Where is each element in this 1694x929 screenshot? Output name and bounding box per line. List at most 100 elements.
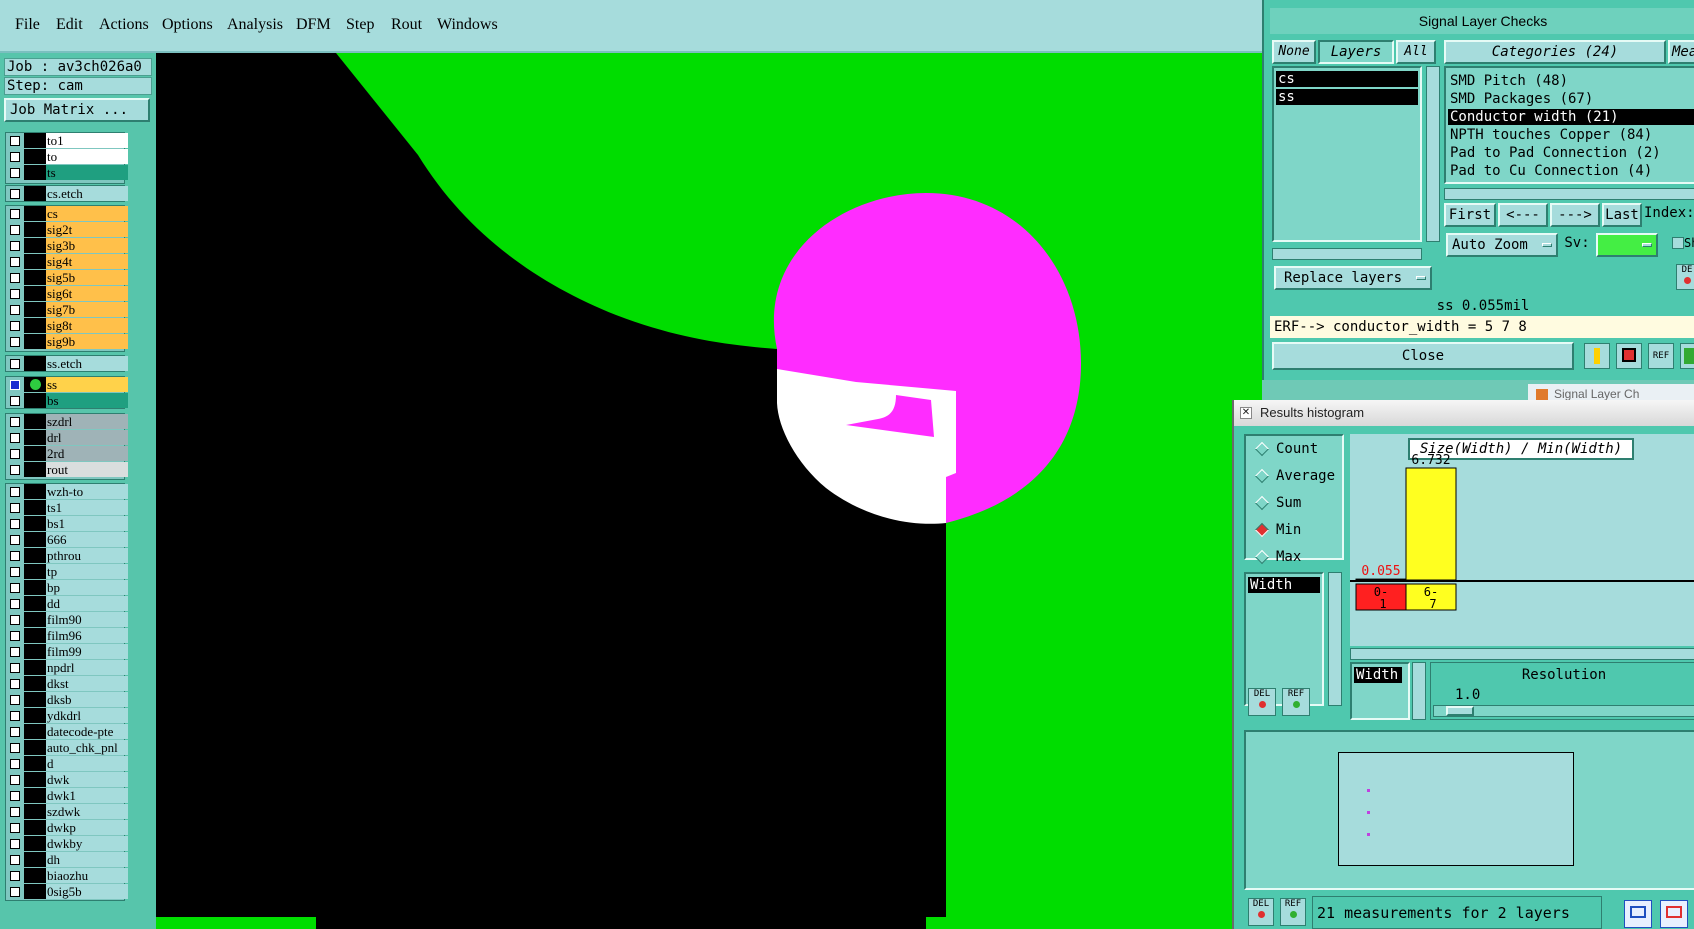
zoom-dropdown[interactable]: Auto Zoom: [1446, 233, 1558, 257]
layer-status-cell[interactable]: [24, 462, 46, 477]
layer-status-cell[interactable]: [24, 660, 46, 675]
layer-row[interactable]: cs.etch: [5, 186, 128, 202]
layer-row[interactable]: npdrl: [5, 660, 128, 676]
layer-row[interactable]: datecode-pte: [5, 724, 128, 740]
layer-checkbox[interactable]: [10, 241, 20, 251]
layer-status-cell[interactable]: [24, 564, 46, 579]
layer-row[interactable]: sig7b: [5, 302, 128, 318]
graphics-canvas[interactable]: [156, 53, 1262, 929]
layer-row[interactable]: cs: [5, 206, 128, 222]
layer-checkbox[interactable]: [10, 663, 20, 673]
layer-checkbox[interactable]: [10, 209, 20, 219]
layer-checkbox[interactable]: [10, 359, 20, 369]
del-button-bottom[interactable]: DEL: [1248, 898, 1274, 926]
layer-row[interactable]: bs1: [5, 516, 128, 532]
first-button[interactable]: First: [1444, 203, 1496, 227]
layer-status-cell[interactable]: [24, 270, 46, 285]
radio-sum[interactable]: Sum: [1254, 494, 1344, 512]
layer-checkbox[interactable]: [10, 631, 20, 641]
layer-status-cell[interactable]: [24, 446, 46, 461]
layer-row[interactable]: ss.etch: [5, 356, 128, 372]
layer-status-cell[interactable]: [24, 484, 46, 499]
layer-status-cell[interactable]: [24, 133, 46, 148]
field-list-2-scrollbar[interactable]: [1412, 662, 1426, 720]
layer-checkbox[interactable]: [10, 321, 20, 331]
menu-analysis[interactable]: Analysis: [227, 16, 283, 34]
flag-icon[interactable]: [1584, 343, 1610, 369]
layers-tab[interactable]: Layers: [1318, 40, 1394, 64]
layer-row[interactable]: drl: [5, 430, 128, 446]
layer-status-cell[interactable]: [24, 238, 46, 253]
layer-row[interactable]: dwk: [5, 772, 128, 788]
layer-row[interactable]: ts1: [5, 500, 128, 516]
layer-status-cell[interactable]: [24, 286, 46, 301]
del-button[interactable]: DEL: [1248, 688, 1276, 716]
layer-row[interactable]: bp: [5, 580, 128, 596]
field-item-width[interactable]: Width: [1248, 577, 1320, 593]
layer-status-cell[interactable]: [24, 186, 46, 201]
layer-row[interactable]: ss: [5, 377, 128, 393]
layer-status-cell[interactable]: [24, 500, 46, 515]
layer-row[interactable]: d: [5, 756, 128, 772]
show-checkbox[interactable]: [1672, 237, 1684, 249]
ref-crossed-icon[interactable]: REF: [1648, 343, 1674, 369]
layer-checkbox[interactable]: [10, 152, 20, 162]
field-listbox-2[interactable]: Width: [1350, 662, 1410, 720]
layer-status-cell[interactable]: [24, 852, 46, 867]
layer-checkbox[interactable]: [10, 887, 20, 897]
layer-status-cell[interactable]: [24, 788, 46, 803]
last-button[interactable]: Last: [1602, 203, 1642, 227]
layer-checkbox[interactable]: [10, 189, 20, 199]
layer-row[interactable]: sig6t: [5, 286, 128, 302]
layer-checkbox[interactable]: [10, 871, 20, 881]
radio-average[interactable]: Average: [1254, 467, 1344, 485]
layer-checkbox[interactable]: [10, 305, 20, 315]
layer-checkbox[interactable]: [10, 647, 20, 657]
layer-listbox[interactable]: cs ss: [1272, 66, 1422, 242]
radio-max[interactable]: Max: [1254, 548, 1344, 566]
layer-checkbox[interactable]: [10, 727, 20, 737]
layer-checkbox[interactable]: [10, 743, 20, 753]
layer-checkbox[interactable]: [10, 679, 20, 689]
prev-button[interactable]: <---: [1498, 203, 1548, 227]
layer-status-cell[interactable]: [24, 149, 46, 164]
menu-actions[interactable]: Actions: [99, 16, 149, 34]
layer-checkbox[interactable]: [10, 839, 20, 849]
category-item[interactable]: SMD Packages (67): [1448, 91, 1694, 107]
layer-status-cell[interactable]: [24, 222, 46, 237]
layer-checkbox[interactable]: [10, 380, 20, 390]
layer-row[interactable]: sig2t: [5, 222, 128, 238]
layer-row[interactable]: sig3b: [5, 238, 128, 254]
category-listbox[interactable]: SMD Pitch (48) SMD Packages (67) Conduct…: [1444, 66, 1694, 184]
layer-row[interactable]: dh: [5, 852, 128, 868]
layer-status-cell[interactable]: [24, 334, 46, 349]
menu-windows[interactable]: Windows: [437, 16, 498, 34]
layer-list-item-ss[interactable]: ss: [1276, 89, 1418, 105]
layer-row[interactable]: 666: [5, 532, 128, 548]
layer-row[interactable]: sig9b: [5, 334, 128, 350]
layer-checkbox[interactable]: [10, 583, 20, 593]
menu-rout[interactable]: Rout: [391, 16, 422, 34]
layer-status-cell[interactable]: [24, 724, 46, 739]
layer-checkbox[interactable]: [10, 599, 20, 609]
layer-status-cell[interactable]: [24, 377, 46, 392]
histogram-bar[interactable]: [1355, 578, 1407, 581]
layer-row[interactable]: sig8t: [5, 318, 128, 334]
layer-status-cell[interactable]: [24, 318, 46, 333]
menu-file[interactable]: File: [15, 16, 40, 34]
layer-checkbox[interactable]: [10, 396, 20, 406]
layer-status-cell[interactable]: [24, 740, 46, 755]
field-listbox[interactable]: Width: [1244, 572, 1324, 706]
menu-dfm[interactable]: DFM: [296, 16, 331, 34]
layer-status-cell[interactable]: [24, 628, 46, 643]
layer-row[interactable]: rout: [5, 462, 128, 478]
slider-thumb[interactable]: [1446, 706, 1474, 716]
chart-hscroll[interactable]: [1350, 648, 1694, 660]
category-item[interactable]: Pad to Pad Connection (2): [1448, 145, 1694, 161]
replace-layers-dropdown[interactable]: Replace layers: [1274, 266, 1432, 290]
layer-row[interactable]: bs: [5, 393, 128, 409]
layer-list-scrollbar[interactable]: [1426, 66, 1440, 242]
layer-row[interactable]: film90: [5, 612, 128, 628]
layer-row[interactable]: tp: [5, 564, 128, 580]
layer-checkbox[interactable]: [10, 257, 20, 267]
